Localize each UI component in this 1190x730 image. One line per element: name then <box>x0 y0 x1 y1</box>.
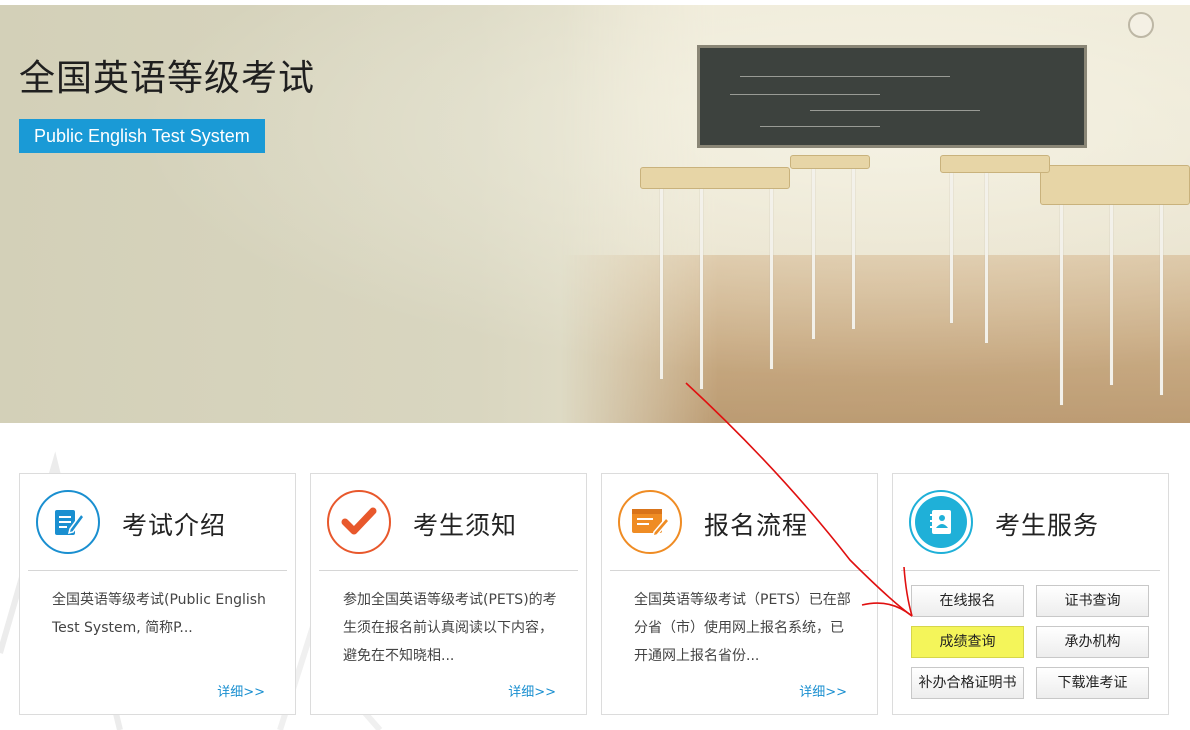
blackboard-image <box>697 45 1087 148</box>
download-admission-ticket-button[interactable]: 下载准考证 <box>1036 667 1149 699</box>
page-subtitle: Public English Test System <box>19 119 265 153</box>
card-description: 参加全国英语等级考试(PETS)的考生须在报名前认真阅读以下内容，避免在不知晓相… <box>343 592 557 664</box>
divider <box>319 570 578 571</box>
certificate-query-button[interactable]: 证书查询 <box>1036 585 1149 617</box>
card-exam-intro: 考试介绍 全国英语等级考试(Public English Test System… <box>19 473 296 715</box>
divider <box>901 570 1160 571</box>
contact-book-icon <box>915 496 967 548</box>
score-query-button[interactable]: 成绩查询 <box>911 626 1024 658</box>
divider <box>610 570 869 571</box>
organizer-button[interactable]: 承办机构 <box>1036 626 1149 658</box>
card-description: 全国英语等级考试(Public English Test System, 简称P… <box>52 592 266 636</box>
card-title: 考试介绍 <box>122 511 227 540</box>
hero-banner: 全国英语等级考试 Public English Test System <box>0 5 1190 423</box>
card-description: 全国英语等级考试（PETS）已在部分省（市）使用网上报名系统，已开通网上报名省份… <box>634 592 851 664</box>
online-registration-button[interactable]: 在线报名 <box>911 585 1024 617</box>
divider <box>28 570 287 571</box>
card-title: 考生须知 <box>413 511 518 540</box>
card-registration-process: 报名流程 全国英语等级考试（PETS）已在部分省（市）使用网上报名系统，已开通网… <box>601 473 878 715</box>
details-link[interactable]: 详细>> <box>799 681 847 700</box>
checkmark-icon <box>333 496 385 548</box>
details-link[interactable]: 详细>> <box>217 681 265 700</box>
clock-icon <box>1128 12 1154 38</box>
card-candidate-notice: 考生须知 参加全国英语等级考试(PETS)的考生须在报名前认真阅读以下内容，避免… <box>310 473 587 715</box>
reissue-certificate-button[interactable]: 补办合格证明书 <box>911 667 1024 699</box>
page-title: 全国英语等级考试 <box>19 58 316 99</box>
card-title: 考生服务 <box>995 511 1100 540</box>
document-pen-icon <box>42 496 94 548</box>
details-link[interactable]: 详细>> <box>508 681 556 700</box>
card-title: 报名流程 <box>704 511 809 540</box>
form-edit-icon <box>624 496 676 548</box>
